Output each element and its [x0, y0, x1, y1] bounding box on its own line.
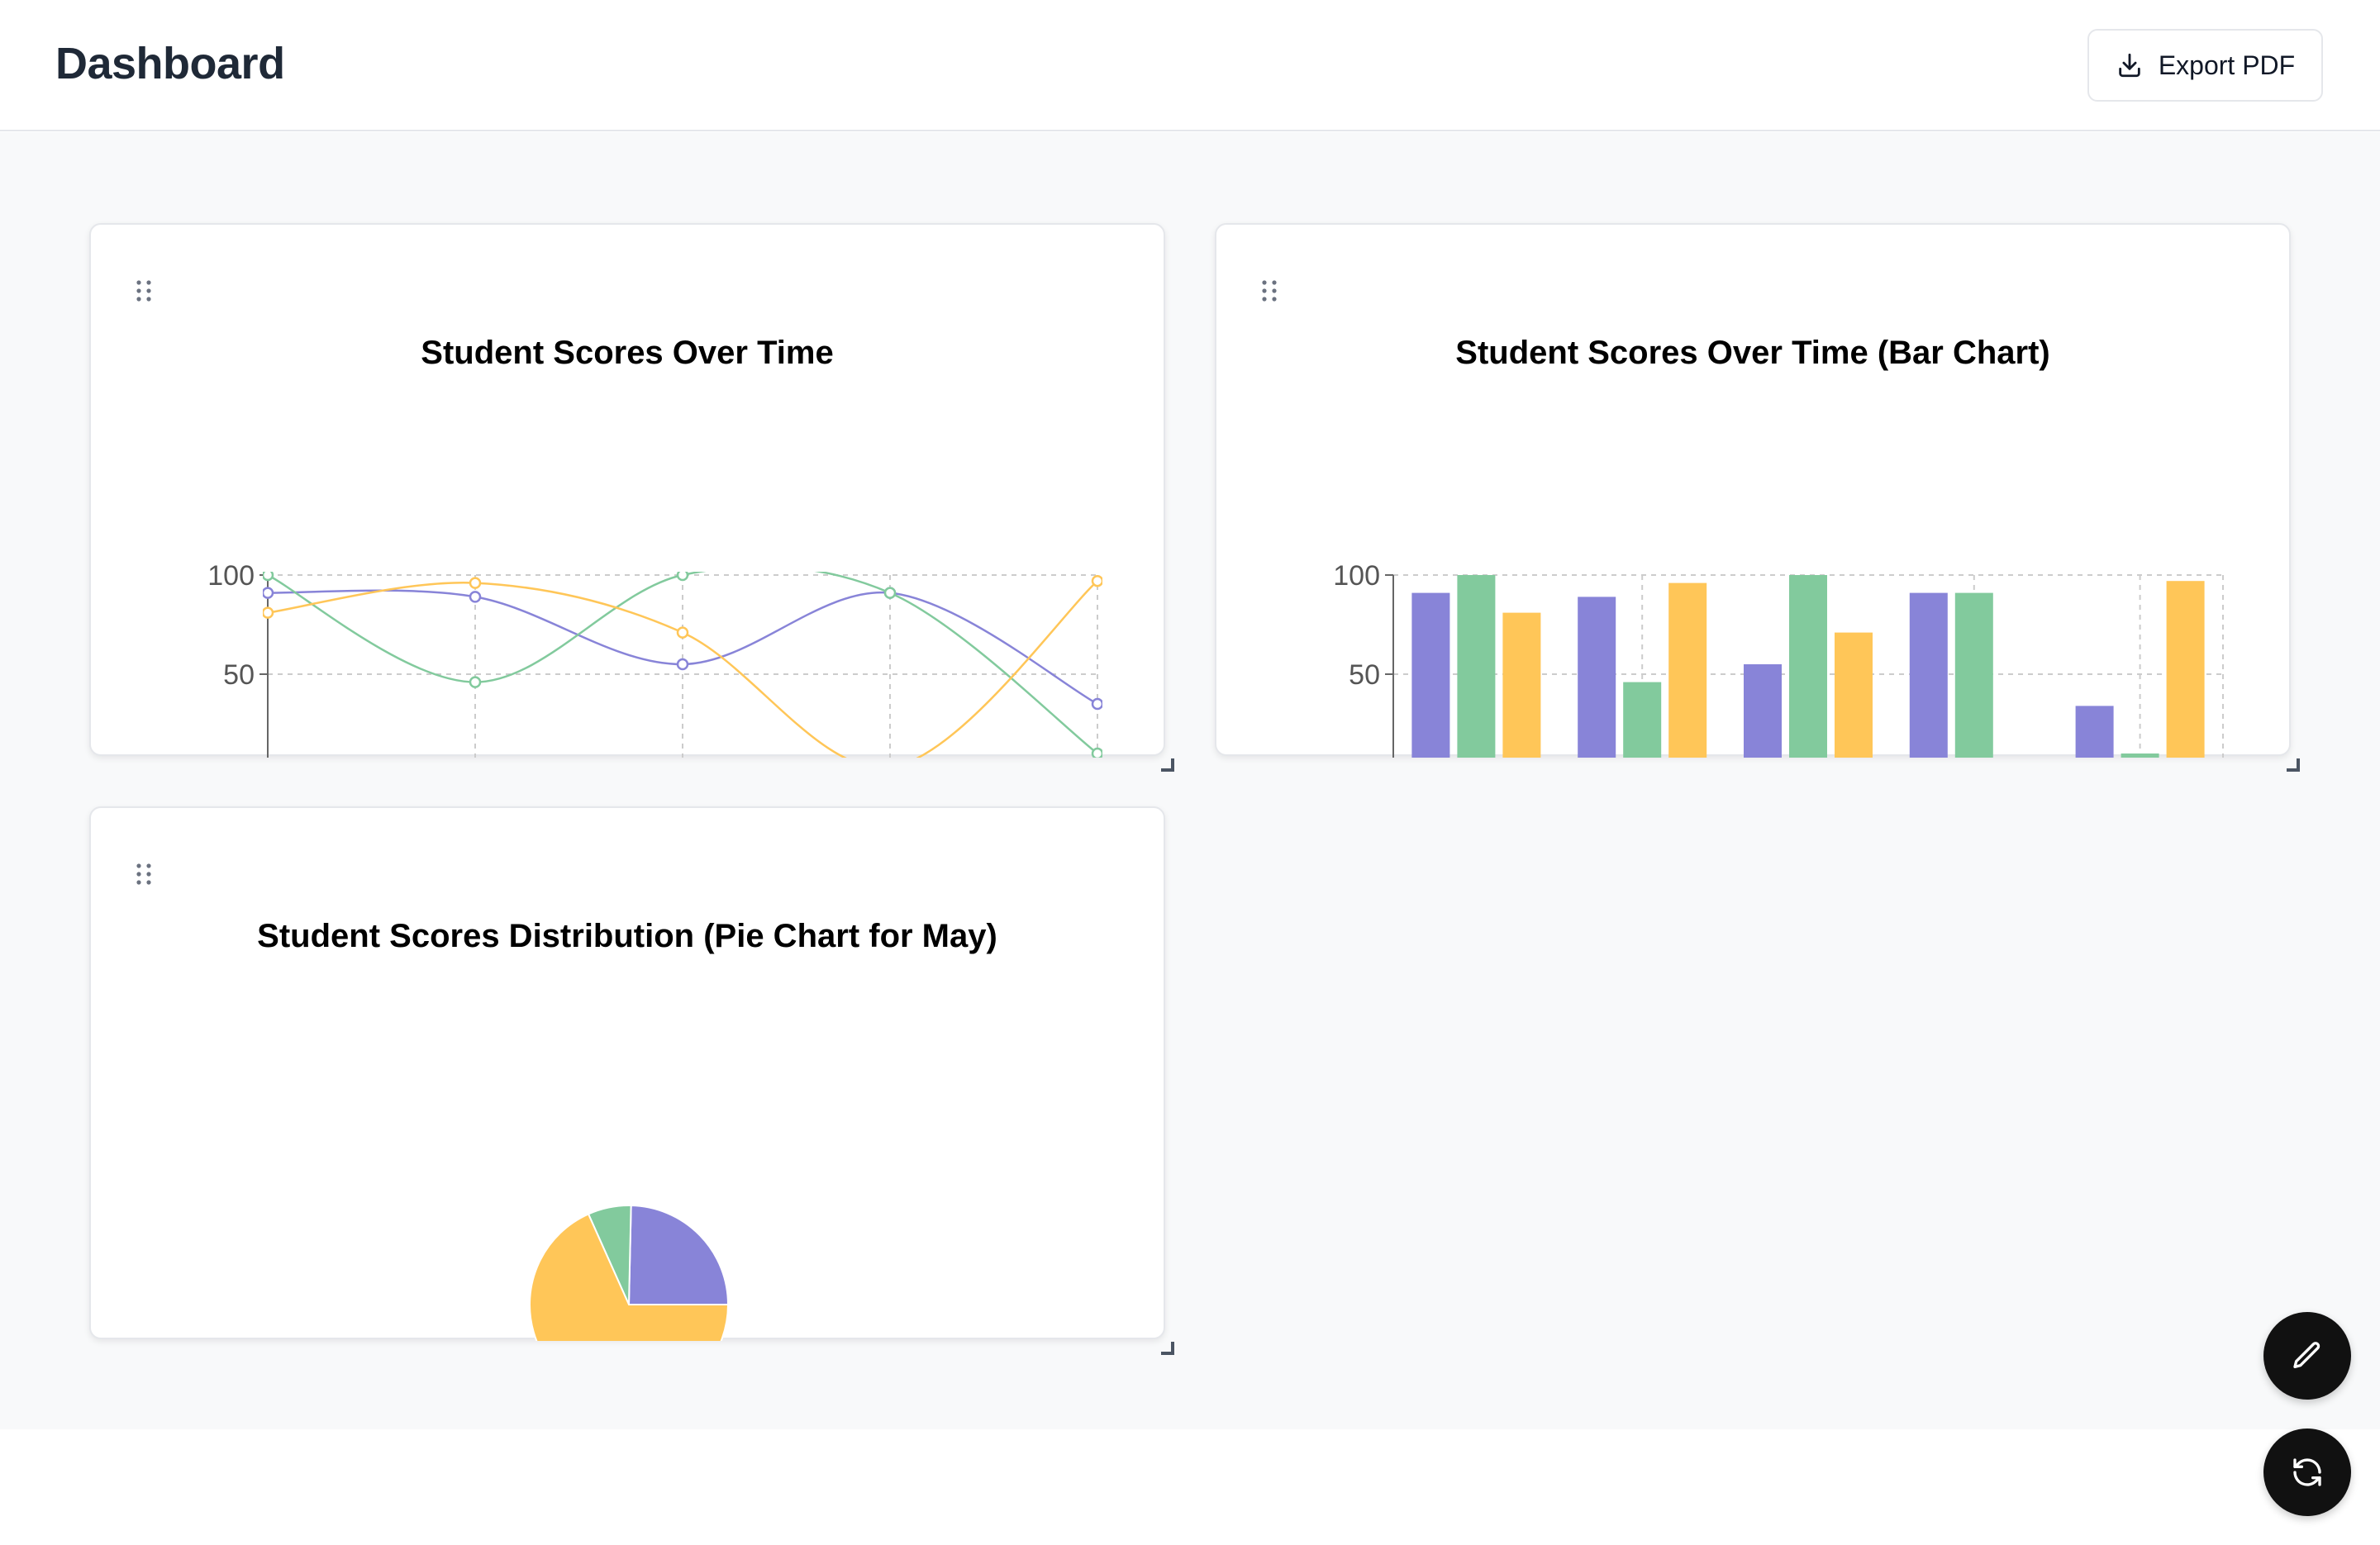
y-tick-label: 50	[1349, 659, 1380, 691]
page-title: Dashboard	[55, 39, 285, 88]
data-point[interactable]	[883, 587, 897, 599]
data-point[interactable]	[263, 587, 274, 599]
bar[interactable]	[2121, 753, 2159, 758]
bar[interactable]	[2166, 581, 2205, 758]
bar[interactable]	[1578, 597, 1616, 758]
pie-slice[interactable]	[627, 1205, 730, 1305]
data-point[interactable]	[676, 658, 689, 671]
bar[interactable]	[1835, 632, 1873, 758]
bar-chart: 050100JanFebMarAprMayMonth	[1333, 560, 2224, 758]
export-pdf-button[interactable]: Export PDF	[2087, 29, 2323, 102]
top-bar: Dashboard Export PDF	[0, 0, 2380, 131]
pie-chart	[529, 1205, 730, 1341]
data-point[interactable]	[469, 676, 482, 688]
data-point[interactable]	[263, 606, 274, 619]
pie-chart-card[interactable]: Student Scores Distribution (Pie Chart f…	[89, 806, 1165, 1341]
dashboard-canvas: Student Scores Over Time 050100JanFebMar…	[0, 132, 2380, 1429]
bar[interactable]	[1502, 612, 1541, 758]
data-point[interactable]	[1091, 747, 1102, 758]
refresh-button[interactable]	[2263, 1429, 2351, 1516]
edit-button[interactable]	[2263, 1312, 2351, 1400]
bar[interactable]	[1954, 592, 1993, 758]
pencil-icon	[2293, 1342, 2320, 1368]
line-chart-card[interactable]: Student Scores Over Time 050100JanFebMar…	[89, 223, 1165, 758]
data-point[interactable]	[1091, 574, 1102, 587]
data-point[interactable]	[676, 626, 689, 639]
data-point[interactable]	[676, 570, 689, 582]
refresh-icon	[2293, 1458, 2321, 1486]
y-tick-label: 50	[223, 659, 255, 691]
y-tick-label: 100	[1333, 560, 1380, 592]
data-point[interactable]	[469, 591, 482, 603]
resize-handle[interactable]	[2287, 758, 2300, 772]
bar-chart-card[interactable]: Student Scores Over Time (Bar Chart) 050…	[1215, 223, 2291, 758]
bar[interactable]	[1789, 575, 1827, 758]
line-chart: 050100JanFebMarAprMayMonth	[207, 560, 1102, 758]
bar[interactable]	[1411, 592, 1450, 758]
download-icon	[2119, 53, 2140, 78]
bar[interactable]	[2075, 706, 2114, 758]
y-tick-label: 100	[207, 560, 255, 592]
bar[interactable]	[1909, 592, 1948, 758]
data-point[interactable]	[469, 577, 482, 589]
bar[interactable]	[1623, 682, 1662, 758]
resize-handle[interactable]	[1161, 758, 1174, 772]
resize-handle[interactable]	[1161, 1342, 1174, 1355]
data-point[interactable]	[263, 570, 274, 582]
bar[interactable]	[1668, 582, 1707, 758]
data-point[interactable]	[1091, 697, 1102, 711]
bar[interactable]	[1457, 575, 1496, 758]
export-pdf-label: Export PDF	[2158, 50, 2296, 80]
bar[interactable]	[1744, 664, 1782, 758]
